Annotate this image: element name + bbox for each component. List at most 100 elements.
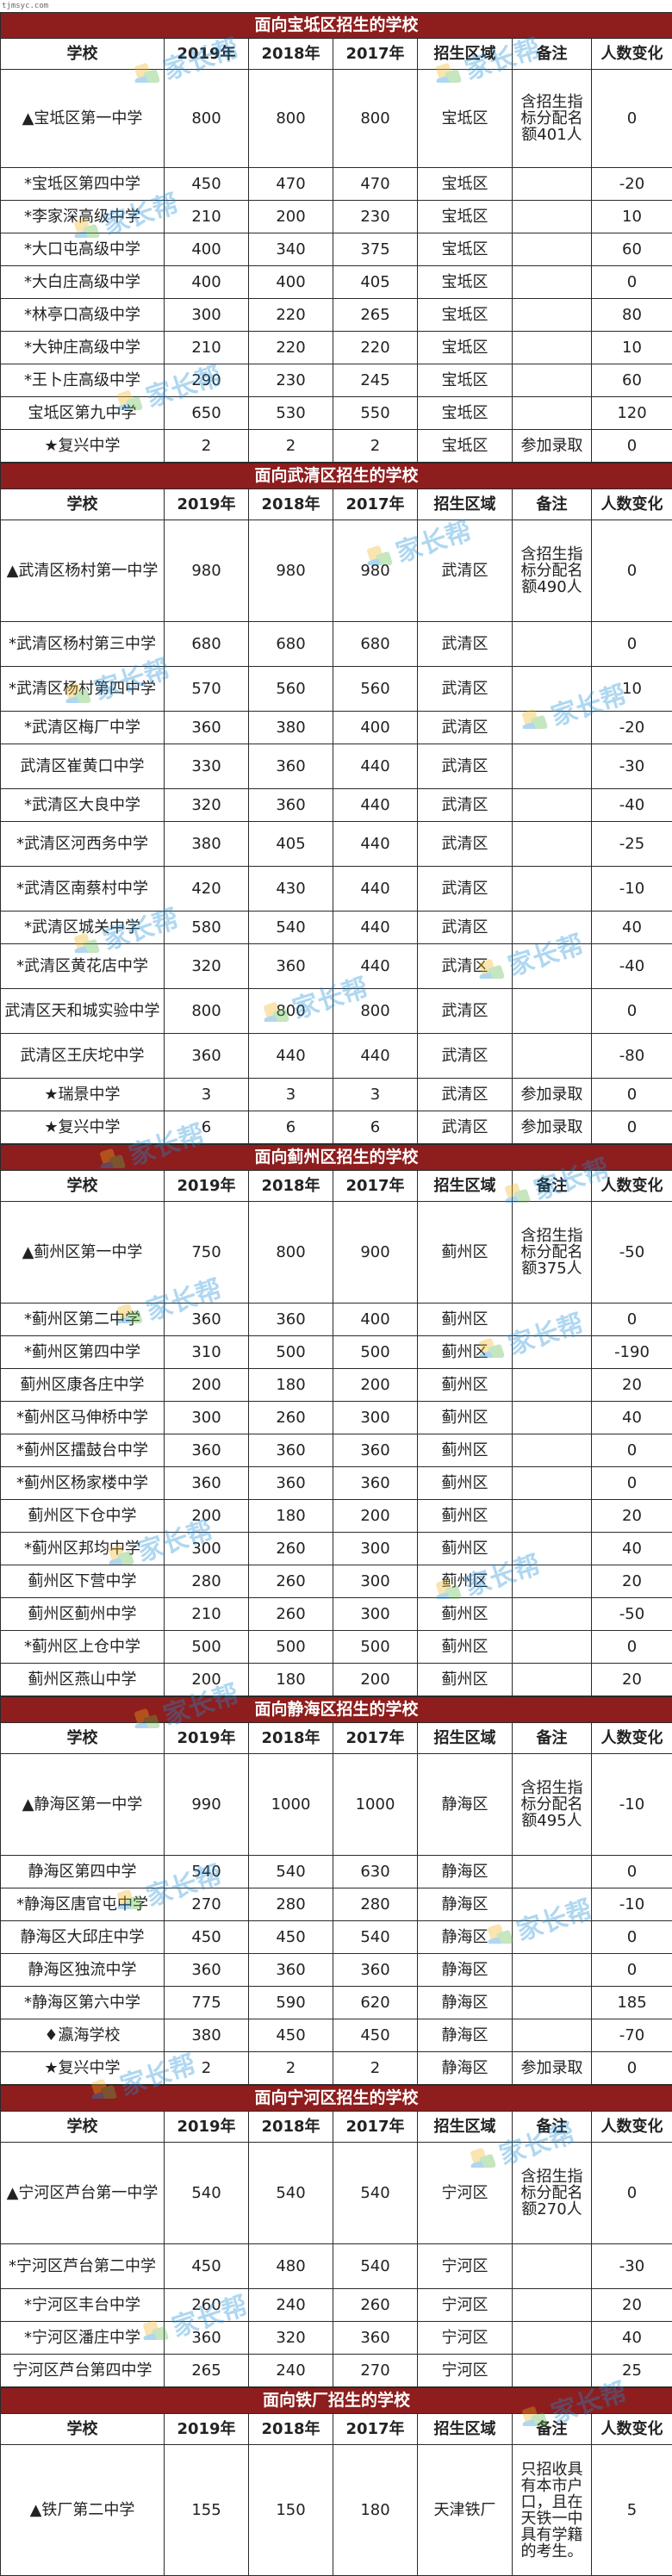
school-cell: 武清区崔黄口中学	[1, 744, 165, 789]
y2017-cell: 265	[333, 299, 418, 332]
table-row: *林亭口高级中学300220265宝坻区80	[1, 299, 672, 332]
remark-cell	[513, 1987, 592, 2019]
y2018-cell: 380	[249, 712, 333, 744]
change-cell: 60	[592, 233, 672, 266]
y2017-cell: 620	[333, 1987, 418, 2019]
change-cell: 20	[592, 1369, 672, 1402]
school-cell: ▲蓟州区第一中学	[1, 1202, 165, 1304]
y2017-cell: 360	[333, 2322, 418, 2355]
y2017-cell: 360	[333, 1467, 418, 1500]
y2017-cell: 405	[333, 266, 418, 299]
table-row: 武清区天和城实验中学800800800武清区0	[1, 989, 672, 1034]
remark-cell	[513, 1336, 592, 1369]
remark-cell	[513, 168, 592, 201]
school-cell: *宝坻区第四中学	[1, 168, 165, 201]
table-row: ★复兴中学222宝坻区参加录取0	[1, 430, 672, 463]
y2017-cell: 300	[333, 1565, 418, 1598]
remark-cell	[513, 364, 592, 397]
school-cell: 武清区王庆坨中学	[1, 1034, 165, 1079]
table-row: ▲宝坻区第一中学800800800宝坻区含招生指标分配名额401人0	[1, 70, 672, 168]
remark-cell	[513, 1856, 592, 1888]
table-row: 静海区大邱庄中学450450540静海区0	[1, 1921, 672, 1954]
y2019-cell: 265	[165, 2355, 249, 2387]
y2019-cell: 360	[165, 1434, 249, 1467]
table-row: *静海区唐官屯中学270280280静海区-10	[1, 1888, 672, 1921]
change-cell: -10	[592, 1754, 672, 1856]
column-header: 学校	[1, 1171, 165, 1202]
table-row: 宁河区芦台第四中学265240270宁河区25	[1, 2355, 672, 2387]
section-table: 面向宝坻区招生的学校学校2019年2018年2017年招生区域备注人数变化▲宝坻…	[0, 12, 672, 463]
y2018-cell: 360	[249, 1467, 333, 1500]
y2017-cell: 440	[333, 822, 418, 867]
change-cell: -190	[592, 1336, 672, 1369]
table-row: *武清区城关中学580540440武清区40	[1, 912, 672, 944]
y2019-cell: 300	[165, 299, 249, 332]
y2017-cell: 245	[333, 364, 418, 397]
y2018-cell: 3	[249, 1079, 333, 1111]
y2017-cell: 3	[333, 1079, 418, 1111]
y2017-cell: 300	[333, 1402, 418, 1434]
school-cell: ▲静海区第一中学	[1, 1754, 165, 1856]
remark-cell: 参加录取	[513, 430, 592, 463]
table-row: *大钟庄高级中学210220220宝坻区10	[1, 332, 672, 364]
school-cell: 静海区第四中学	[1, 1856, 165, 1888]
y2018-cell: 430	[249, 867, 333, 912]
region-cell: 宝坻区	[418, 233, 513, 266]
region-cell: 静海区	[418, 1954, 513, 1987]
y2017-cell: 220	[333, 332, 418, 364]
remark-cell	[513, 1434, 592, 1467]
school-cell: ★复兴中学	[1, 1111, 165, 1144]
column-header: 学校	[1, 39, 165, 70]
y2019-cell: 450	[165, 168, 249, 201]
table-row: ♦瀛海学校380450450静海区-70	[1, 2019, 672, 2052]
change-cell: -10	[592, 867, 672, 912]
y2017-cell: 440	[333, 912, 418, 944]
remark-cell	[513, 1304, 592, 1336]
column-header: 2017年	[333, 489, 418, 520]
y2017-cell: 500	[333, 1336, 418, 1369]
y2017-cell: 280	[333, 1888, 418, 1921]
region-cell: 武清区	[418, 667, 513, 712]
region-cell: 宝坻区	[418, 201, 513, 233]
section-title: 面向蓟州区招生的学校	[1, 1145, 672, 1171]
remark-cell: 参加录取	[513, 1111, 592, 1144]
y2018-cell: 2	[249, 2052, 333, 2085]
table-row: *武清区河西务中学380405440武清区-25	[1, 822, 672, 867]
region-cell: 蓟州区	[418, 1434, 513, 1467]
table-row: *武清区梅厂中学360380400武清区-20	[1, 712, 672, 744]
remark-cell: 含招生指标分配名额375人	[513, 1202, 592, 1304]
table-row: *王卜庄高级中学290230245宝坻区60	[1, 364, 672, 397]
school-cell: *蓟州区杨家楼中学	[1, 1467, 165, 1500]
remark-cell	[513, 912, 592, 944]
school-cell: 蓟州区康各庄中学	[1, 1369, 165, 1402]
y2018-cell: 800	[249, 70, 333, 168]
y2018-cell: 980	[249, 520, 333, 622]
column-header: 2018年	[249, 2112, 333, 2143]
y2018-cell: 280	[249, 1888, 333, 1921]
remark-cell: 含招生指标分配名额495人	[513, 1754, 592, 1856]
school-cell: 宝坻区第九中学	[1, 397, 165, 430]
y2018-cell: 220	[249, 332, 333, 364]
y2018-cell: 590	[249, 1987, 333, 2019]
region-cell: 静海区	[418, 1888, 513, 1921]
column-header: 备注	[513, 1723, 592, 1754]
y2017-cell: 2	[333, 430, 418, 463]
remark-cell	[513, 1631, 592, 1664]
region-cell: 武清区	[418, 622, 513, 667]
school-cell: 武清区天和城实验中学	[1, 989, 165, 1034]
y2017-cell: 540	[333, 2143, 418, 2244]
y2019-cell: 540	[165, 2143, 249, 2244]
region-cell: 宝坻区	[418, 299, 513, 332]
y2017-cell: 800	[333, 70, 418, 168]
table-row: *武清区杨村第四中学570560560武清区10	[1, 667, 672, 712]
region-cell: 武清区	[418, 1034, 513, 1079]
y2018-cell: 540	[249, 912, 333, 944]
table-row: 蓟州区下营中学280260300蓟州区20	[1, 1565, 672, 1598]
section-title: 面向静海区招生的学校	[1, 1697, 672, 1723]
y2017-cell: 900	[333, 1202, 418, 1304]
table-row: *武清区黄花店中学320360440武清区-40	[1, 944, 672, 989]
y2019-cell: 540	[165, 1856, 249, 1888]
region-cell: 蓟州区	[418, 1565, 513, 1598]
column-header: 备注	[513, 39, 592, 70]
change-cell: -30	[592, 744, 672, 789]
